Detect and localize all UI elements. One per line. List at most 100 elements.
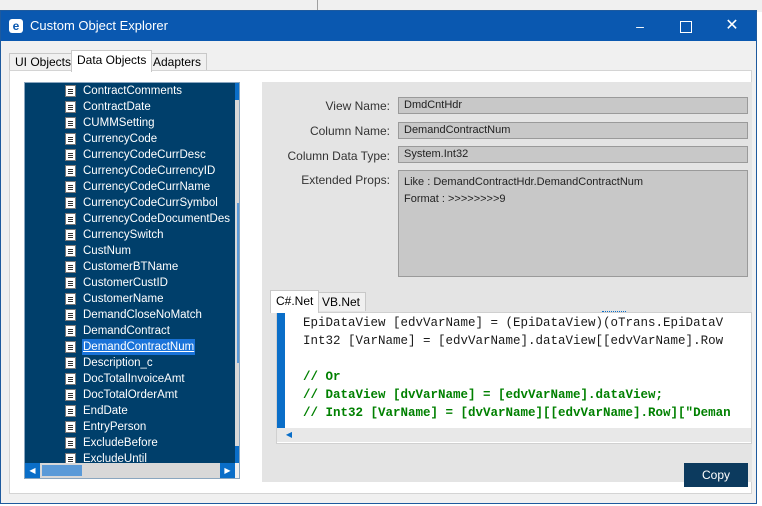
list-item-label: ContractDate bbox=[83, 101, 151, 113]
list-item-label: CurrencyCode bbox=[83, 133, 158, 145]
tab-adapters[interactable]: Adapters bbox=[147, 53, 208, 71]
code-horizontal-scrollbar[interactable]: ◀ bbox=[277, 428, 751, 442]
list-item[interactable]: CurrencyCode bbox=[25, 131, 235, 147]
document-icon bbox=[65, 165, 76, 177]
list-item[interactable]: CurrencyCodeCurrName bbox=[25, 179, 235, 195]
document-icon bbox=[65, 277, 76, 289]
scroll-right-icon[interactable]: ▶ bbox=[220, 463, 235, 478]
code-gutter bbox=[277, 313, 285, 429]
list-item-label: CurrencyCodeCurrSymbol bbox=[83, 197, 218, 209]
document-icon bbox=[65, 389, 76, 401]
document-icon bbox=[65, 421, 76, 433]
list-item-label: CustomerName bbox=[83, 293, 164, 305]
list-item-label: CustomerBTName bbox=[83, 261, 179, 273]
view-name-label: View Name: bbox=[325, 99, 390, 113]
hscroll-thumb[interactable] bbox=[42, 465, 82, 476]
minimize-button[interactable]: – bbox=[617, 11, 663, 41]
document-icon bbox=[65, 85, 76, 97]
window-title: Custom Object Explorer bbox=[30, 18, 168, 33]
maximize-icon bbox=[680, 21, 692, 34]
list-item[interactable]: Description_c bbox=[25, 355, 235, 371]
list-item-label: CurrencyCodeCurrencyID bbox=[83, 165, 216, 177]
list-item-label: CustNum bbox=[83, 245, 131, 257]
list-item-label: DocTotalInvoiceAmt bbox=[83, 373, 185, 385]
code-snippet-box[interactable]: EpiDataView [edvVarName] = (EpiDataView)… bbox=[276, 312, 752, 444]
list-item-label: CurrencyCodeDocumentDes bbox=[83, 213, 231, 225]
list-item[interactable]: DemandContract bbox=[25, 323, 235, 339]
list-item[interactable]: CurrencyCodeCurrencyID bbox=[25, 163, 235, 179]
custom-object-explorer-window: e Custom Object Explorer – ✕ UI Objects … bbox=[0, 10, 757, 504]
code-scroll-left-icon[interactable]: ◀ bbox=[283, 428, 295, 442]
column-type-label: Column Data Type: bbox=[287, 149, 391, 163]
column-name-field[interactable]: DemandContractNum bbox=[398, 122, 748, 139]
list-item-label: CurrencyCodeCurrName bbox=[83, 181, 211, 193]
field-list[interactable]: ContractComments ContractDate CUMMSetting C… bbox=[24, 82, 240, 479]
list-item[interactable]: EntryPerson bbox=[25, 419, 235, 435]
list-item-label: Description_c bbox=[83, 357, 153, 369]
code-line: Int32 [VarName] = [edvVarName].dataView[… bbox=[303, 334, 724, 348]
details-panel: View Name: DmdCntHdr Column Name: Demand… bbox=[262, 82, 752, 487]
scroll-up-icon[interactable]: ▲ bbox=[235, 83, 239, 100]
tab-data-objects[interactable]: Data Objects bbox=[71, 50, 153, 72]
list-item-label: DocTotalOrderAmt bbox=[83, 389, 178, 401]
scrollbar-corner bbox=[235, 463, 239, 478]
list-item[interactable]: CurrencyCodeCurrDesc bbox=[25, 147, 235, 163]
tab-csharp[interactable]: C#.Net bbox=[270, 290, 320, 313]
list-item[interactable]: CustomerName bbox=[25, 291, 235, 307]
list-item[interactable]: CurrencySwitch bbox=[25, 227, 235, 243]
list-item-label: CustomerCustID bbox=[83, 277, 168, 289]
list-item-label: DemandContractNum bbox=[82, 339, 196, 355]
maximize-button[interactable] bbox=[663, 11, 709, 41]
list-item[interactable]: CustNum bbox=[25, 243, 235, 259]
list-item-label: CUMMSetting bbox=[83, 117, 155, 129]
data-objects-panel: ContractComments ContractDate CUMMSetting C… bbox=[9, 70, 752, 494]
extended-props-field[interactable]: Like : DemandContractHdr.DemandContractN… bbox=[398, 170, 748, 277]
vertical-scrollbar[interactable]: ▲ ▼ bbox=[235, 83, 239, 463]
list-item[interactable]: CurrencyCodeCurrSymbol bbox=[25, 195, 235, 211]
list-item[interactable]: CustomerBTName bbox=[25, 259, 235, 275]
list-item[interactable]: CurrencyCodeDocumentDes bbox=[25, 211, 235, 227]
list-item[interactable]: ExcludeBefore bbox=[25, 435, 235, 451]
document-icon bbox=[65, 149, 76, 161]
scroll-left-icon[interactable]: ◀ bbox=[25, 463, 40, 478]
list-item[interactable]: DocTotalOrderAmt bbox=[25, 387, 235, 403]
document-icon bbox=[65, 101, 76, 113]
list-item-label: ContractComments bbox=[83, 85, 183, 97]
list-item[interactable]: ContractDate bbox=[25, 99, 235, 115]
scroll-thumb[interactable] bbox=[237, 203, 239, 363]
app-icon: e bbox=[9, 19, 23, 33]
field-list-items: ContractComments ContractDate CUMMSetting C… bbox=[25, 83, 235, 467]
list-item[interactable]: CUMMSetting bbox=[25, 115, 235, 131]
document-icon bbox=[65, 373, 76, 385]
list-item[interactable]: DocTotalInvoiceAmt bbox=[25, 371, 235, 387]
code-line: EpiDataView [edvVarName] = (EpiDataView)… bbox=[303, 316, 724, 330]
list-item[interactable]: CustomerCustID bbox=[25, 275, 235, 291]
list-item[interactable]: DemandCloseNoMatch bbox=[25, 307, 235, 323]
list-item[interactable]: DemandContractNum bbox=[25, 339, 235, 355]
document-icon bbox=[65, 181, 76, 193]
list-item-label: DemandCloseNoMatch bbox=[83, 309, 202, 321]
list-item-label: DemandContract bbox=[83, 325, 170, 337]
document-icon bbox=[65, 229, 76, 241]
code-line: // Or bbox=[303, 370, 341, 384]
column-type-field[interactable]: System.Int32 bbox=[398, 146, 748, 163]
title-bar[interactable]: e Custom Object Explorer – ✕ bbox=[1, 11, 756, 41]
tab-vbnet[interactable]: VB.Net bbox=[316, 292, 367, 311]
document-icon bbox=[65, 197, 76, 209]
extended-props-line-1: Like : DemandContractHdr.DemandContractN… bbox=[404, 176, 644, 188]
list-item[interactable]: EndDate bbox=[25, 403, 235, 419]
copy-button[interactable]: Copy bbox=[684, 463, 748, 487]
list-item-label: EndDate bbox=[83, 405, 128, 417]
close-button[interactable]: ✕ bbox=[709, 11, 755, 41]
list-item-label: ExcludeBefore bbox=[83, 437, 158, 449]
document-icon bbox=[65, 309, 76, 321]
tab-ui-objects[interactable]: UI Objects bbox=[9, 53, 78, 71]
view-name-field[interactable]: DmdCntHdr bbox=[398, 97, 748, 114]
list-item-label: CurrencyCodeCurrDesc bbox=[83, 149, 206, 161]
horizontal-scrollbar[interactable]: ◀ ▶ bbox=[25, 463, 235, 478]
document-icon bbox=[65, 405, 76, 417]
column-name-label: Column Name: bbox=[309, 124, 390, 138]
list-item[interactable]: ContractComments bbox=[25, 83, 235, 99]
scroll-down-icon[interactable]: ▼ bbox=[235, 446, 239, 463]
document-icon bbox=[65, 325, 76, 337]
